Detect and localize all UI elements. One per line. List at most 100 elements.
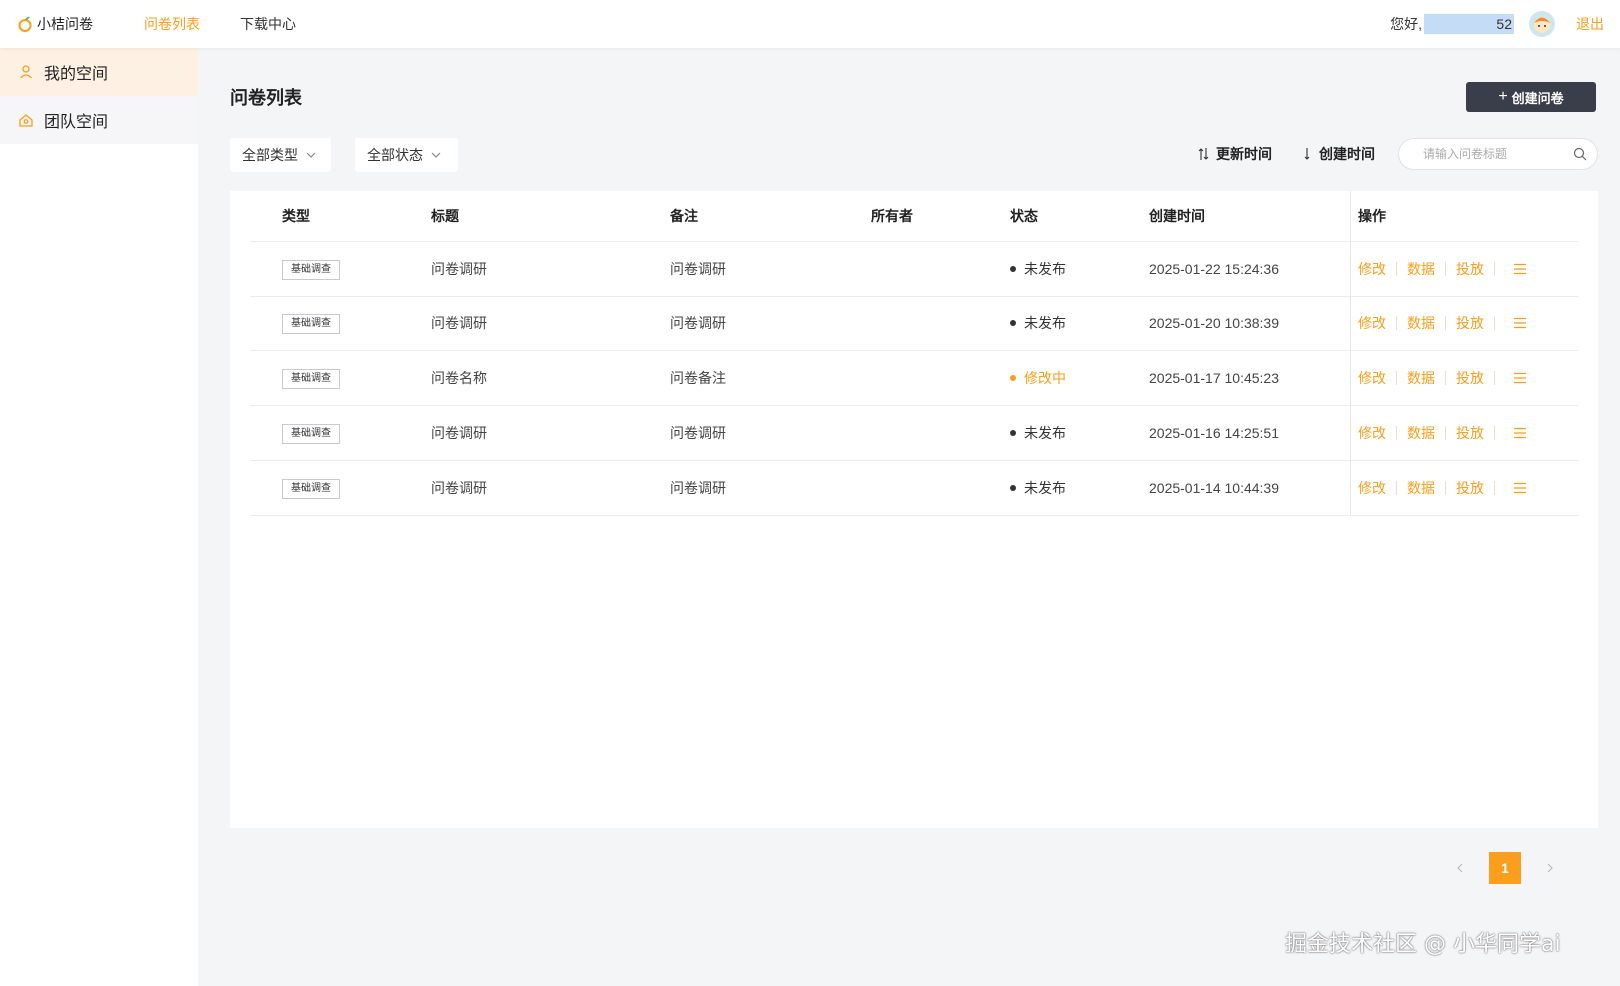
search-box — [1398, 138, 1598, 170]
row-created: 2025-01-17 10:45:23 — [1149, 370, 1279, 386]
status-filter-select[interactable]: 全部状态 — [355, 138, 458, 172]
team-icon — [18, 112, 34, 128]
status-badge: 修改中 — [1010, 368, 1066, 388]
status-badge: 未发布 — [1010, 423, 1066, 443]
header-status: 状态 — [1010, 208, 1038, 224]
search-icon[interactable] — [1573, 147, 1587, 161]
row-note: 问卷调研 — [670, 261, 726, 277]
table-row: 基础调查 问卷调研 问卷调研 未发布 2025-01-22 15:24:36 修… — [250, 242, 1578, 297]
status-text: 未发布 — [1024, 425, 1066, 441]
more-menu-icon[interactable] — [1495, 482, 1537, 494]
row-actions: 修改 数据 投放 — [1350, 316, 1537, 330]
status-dot — [1010, 375, 1016, 381]
username: 52 — [1424, 14, 1514, 34]
brand[interactable]: 小桔问卷 — [16, 14, 128, 34]
status-text: 未发布 — [1024, 480, 1066, 496]
table-row: 基础调查 问卷调研 问卷调研 未发布 2025-01-14 10:44:39 修… — [250, 461, 1578, 516]
sort-down-icon — [1301, 147, 1313, 161]
publish-link[interactable]: 投放 — [1446, 371, 1495, 385]
row-created: 2025-01-20 10:38:39 — [1149, 315, 1279, 331]
row-note: 问卷调研 — [670, 425, 726, 441]
pagination: 1 — [1453, 852, 1557, 884]
top-navbar: 小桔问卷 问卷列表 下载中心 您好, 52 退出 — [0, 0, 1620, 48]
more-menu-icon[interactable] — [1495, 427, 1537, 439]
sort-by-created[interactable]: 创建时间 — [1301, 144, 1375, 164]
row-actions: 修改 数据 投放 — [1350, 481, 1537, 495]
edit-link[interactable]: 修改 — [1350, 262, 1397, 276]
row-actions: 修改 数据 投放 — [1350, 426, 1537, 440]
type-tag: 基础调查 — [282, 423, 340, 444]
sidebar-item-label: 我的空间 — [44, 66, 109, 83]
sidebar-item-my-space[interactable]: 我的空间 — [0, 48, 198, 96]
logout-link[interactable]: 退出 — [1576, 14, 1604, 34]
publish-link[interactable]: 投放 — [1446, 262, 1495, 276]
sort-both-icon — [1198, 147, 1210, 161]
type-filter-value: 全部类型 — [242, 147, 298, 163]
status-badge: 未发布 — [1010, 259, 1066, 279]
type-tag: 基础调查 — [282, 368, 340, 389]
data-link[interactable]: 数据 — [1397, 426, 1446, 440]
create-survey-label: 创建问卷 — [1511, 90, 1564, 106]
row-created: 2025-01-22 15:24:36 — [1149, 261, 1279, 277]
ops-column-divider — [1350, 191, 1351, 241]
header-created: 创建时间 — [1149, 208, 1205, 224]
header-title: 标题 — [431, 208, 459, 224]
data-link[interactable]: 数据 — [1397, 371, 1446, 385]
search-input[interactable] — [1423, 147, 1563, 161]
status-text: 未发布 — [1024, 315, 1066, 331]
type-tag: 基础调查 — [282, 259, 340, 280]
create-survey-button[interactable]: + 创建问卷 — [1466, 82, 1596, 112]
table-header: 类型 标题 备注 所有者 状态 创建时间 操作 — [250, 191, 1578, 242]
publish-link[interactable]: 投放 — [1446, 426, 1495, 440]
data-link[interactable]: 数据 — [1397, 262, 1446, 276]
status-dot — [1010, 485, 1016, 491]
sidebar-item-label: 团队空间 — [44, 114, 109, 131]
avatar[interactable] — [1528, 10, 1556, 38]
more-menu-icon[interactable] — [1495, 372, 1537, 384]
header-note: 备注 — [670, 208, 698, 224]
nav-survey-list[interactable]: 问卷列表 — [144, 14, 200, 34]
chevron-left-icon[interactable] — [1453, 861, 1467, 875]
status-dot — [1010, 266, 1016, 272]
data-link[interactable]: 数据 — [1397, 481, 1446, 495]
row-created: 2025-01-16 14:25:51 — [1149, 425, 1279, 441]
edit-link[interactable]: 修改 — [1350, 481, 1397, 495]
page-number-current[interactable]: 1 — [1489, 852, 1521, 884]
row-note: 问卷调研 — [670, 480, 726, 496]
row-title: 问卷调研 — [431, 425, 487, 441]
sidebar-item-team-space[interactable]: 团队空间 — [0, 96, 198, 144]
page-title: 问卷列表 — [230, 88, 302, 108]
sort-by-updated[interactable]: 更新时间 — [1198, 144, 1272, 164]
row-title: 问卷调研 — [431, 480, 487, 496]
chevron-right-icon[interactable] — [1543, 861, 1557, 875]
status-badge: 未发布 — [1010, 478, 1066, 498]
more-menu-icon[interactable] — [1495, 263, 1537, 275]
greeting-text: 您好, — [1390, 16, 1422, 32]
header-ops: 操作 — [1358, 208, 1386, 224]
brand-name: 小桔问卷 — [37, 16, 93, 32]
more-menu-icon[interactable] — [1495, 317, 1537, 329]
table-row: 基础调查 问卷调研 问卷调研 未发布 2025-01-16 14:25:51 修… — [250, 406, 1578, 461]
plus-icon: + — [1498, 88, 1508, 105]
edit-link[interactable]: 修改 — [1350, 316, 1397, 330]
status-filter-value: 全部状态 — [367, 147, 423, 163]
sidebar: 我的空间 团队空间 — [0, 48, 198, 986]
row-title: 问卷名称 — [431, 370, 487, 386]
row-actions: 修改 数据 投放 — [1350, 371, 1537, 385]
table-row: 基础调查 问卷调研 问卷调研 未发布 2025-01-20 10:38:39 修… — [250, 296, 1578, 351]
publish-link[interactable]: 投放 — [1446, 316, 1495, 330]
row-title: 问卷调研 — [431, 315, 487, 331]
survey-table: 类型 标题 备注 所有者 状态 创建时间 操作 基础调查 问卷调研 问卷调研 未… — [230, 191, 1598, 828]
nav-download-center[interactable]: 下载中心 — [240, 14, 296, 34]
chevron-down-icon — [306, 150, 316, 160]
row-note: 问卷备注 — [670, 370, 726, 386]
data-link[interactable]: 数据 — [1397, 316, 1446, 330]
publish-link[interactable]: 投放 — [1446, 481, 1495, 495]
status-badge: 未发布 — [1010, 313, 1066, 333]
edit-link[interactable]: 修改 — [1350, 426, 1397, 440]
edit-link[interactable]: 修改 — [1350, 371, 1397, 385]
type-tag: 基础调查 — [282, 313, 340, 334]
row-created: 2025-01-14 10:44:39 — [1149, 480, 1279, 496]
type-filter-select[interactable]: 全部类型 — [230, 138, 331, 172]
status-dot — [1010, 320, 1016, 326]
